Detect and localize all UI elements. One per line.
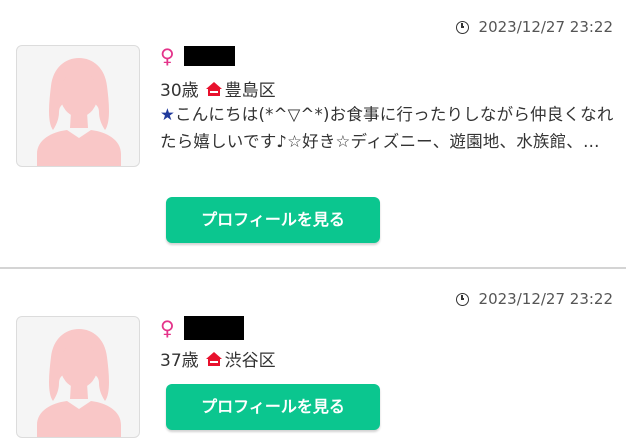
female-symbol-icon: ♀: [160, 44, 175, 68]
redacted-name: [184, 316, 244, 340]
divider: [0, 267, 626, 269]
clock-icon: [455, 292, 469, 306]
profile-card: 2023/12/27 23:22 ♀ 30歳 豊島区 ★こんにちは(*^▽^*)…: [0, 0, 626, 268]
name-row: ♀: [160, 316, 244, 340]
home-icon: [205, 351, 222, 366]
avatar[interactable]: [16, 316, 140, 438]
female-symbol-icon: ♀: [160, 316, 175, 340]
avatar[interactable]: [16, 45, 140, 167]
timestamp-text: 2023/12/27 23:22: [478, 18, 613, 36]
location: 豊島区: [224, 81, 276, 101]
female-silhouette-icon: [37, 329, 121, 437]
timestamp: 2023/12/27 23:22: [455, 18, 613, 36]
redacted-name: [184, 46, 235, 66]
age: 30歳: [160, 81, 199, 101]
view-profile-button[interactable]: プロフィールを見る: [166, 197, 380, 243]
profile-description: ★こんにちは(*^▽^*)お食事に行ったりしながら仲良くなれたら嬉しいです♪☆好…: [160, 101, 616, 155]
description-text: こんにちは(*^▽^*)お食事に行ったりしながら仲良くなれたら嬉しいです♪☆好き…: [160, 105, 614, 151]
age: 37歳: [160, 351, 199, 371]
female-silhouette-icon: [37, 58, 121, 166]
location: 渋谷区: [224, 351, 276, 371]
timestamp: 2023/12/27 23:22: [455, 290, 613, 308]
age-location-row: 37歳 渋谷区: [160, 346, 276, 371]
age-location-row: 30歳 豊島区: [160, 76, 276, 101]
home-icon: [205, 81, 222, 96]
timestamp-text: 2023/12/27 23:22: [478, 290, 613, 308]
description-star: ★: [160, 105, 175, 124]
clock-icon: [455, 20, 469, 34]
name-row: ♀: [160, 46, 235, 66]
view-profile-button[interactable]: プロフィールを見る: [166, 384, 380, 430]
profile-card: 2023/12/27 23:22 ♀ 37歳 渋谷区 プロフィールを見る: [0, 270, 626, 446]
